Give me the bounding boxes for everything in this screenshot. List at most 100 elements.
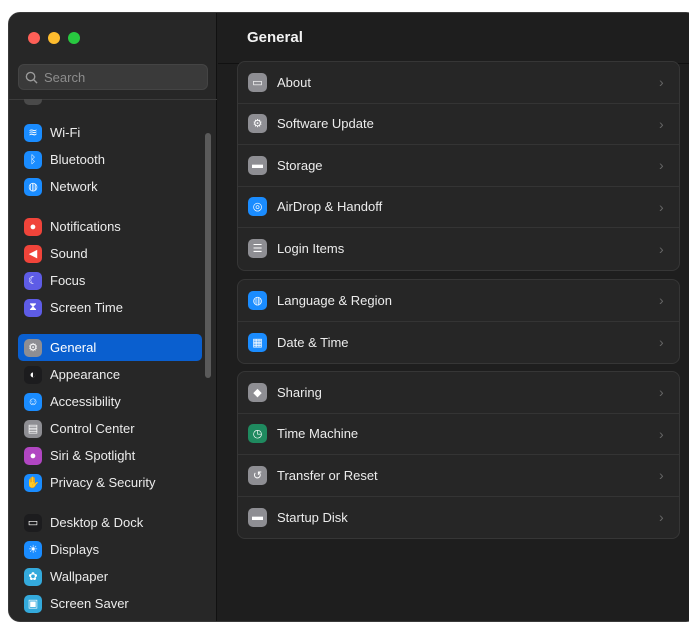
globe-icon: ◍ <box>248 290 267 310</box>
chevron-right-icon: › <box>659 425 664 442</box>
chevron-right-icon: › <box>659 157 664 174</box>
sidebar-item-privacy-security[interactable]: ✋ Privacy & Security <box>18 469 202 496</box>
sidebar-item-siri-spotlight[interactable]: ● Siri & Spotlight <box>18 442 202 469</box>
settings-row-sharing[interactable]: ◆ Sharing › <box>238 372 679 414</box>
settings-row-date-time[interactable]: ▦ Date & Time › <box>238 322 679 364</box>
hourglass-icon: ⧗ <box>24 298 42 317</box>
sidebar-item-label: Accessibility <box>50 394 121 409</box>
sidebar-item-sound[interactable]: ◀ Sound <box>18 240 202 267</box>
settings-row-about[interactable]: ▭ About › <box>238 62 679 104</box>
sidebar-item-focus[interactable]: ☾ Focus <box>18 267 202 294</box>
sidebar-item-label: Network <box>50 179 98 194</box>
sidebar-item-notifications[interactable]: ● Notifications <box>18 213 202 240</box>
partial-icon <box>24 99 42 105</box>
sidebar-item-general[interactable]: ⚙ General <box>18 334 202 361</box>
minimize-button[interactable] <box>48 32 60 44</box>
sidebar-group: ● Notifications ◀ Sound ☾ Focus ⧗ Screen Time <box>18 213 202 321</box>
appearance-icon: ◐ <box>24 365 42 384</box>
settings-row-label: Language & Region <box>277 292 392 308</box>
sidebar-item-label: Focus <box>50 273 86 288</box>
wallpaper-icon: ✿ <box>24 567 42 586</box>
sidebar-item-desktop-dock[interactable]: ▭ Desktop & Dock <box>18 509 202 536</box>
partially-hidden-item <box>24 99 42 105</box>
sidebar-group: ▭ Desktop & Dock ☀ Displays ✿ Wallpaper ▣ Scree… <box>18 509 202 617</box>
sidebar-item-wallpaper[interactable]: ✿ Wallpaper <box>18 563 202 590</box>
chevron-right-icon: › <box>659 240 664 257</box>
sidebar-item-label: Desktop & Dock <box>50 515 144 530</box>
settings-row-label: Date & Time <box>277 334 349 350</box>
settings-row-transfer-or-reset[interactable]: ↺ Transfer or Reset › <box>238 455 679 497</box>
sidebar-item-label: Screen Time <box>50 300 123 315</box>
sidebar-item-bluetooth[interactable]: ᛒ Bluetooth <box>18 146 202 173</box>
hand-icon: ✋ <box>24 473 42 492</box>
settings-row-label: Login Items <box>277 241 345 257</box>
search-input[interactable] <box>44 69 194 85</box>
sidebar-item-network[interactable]: ◍ Network <box>18 173 202 200</box>
sidebar-item-label: Privacy & Security <box>50 475 156 490</box>
globe-icon: ◍ <box>24 177 42 196</box>
siri-icon: ● <box>24 446 42 465</box>
sidebar-scrollbar[interactable] <box>205 133 211 378</box>
chevron-right-icon: › <box>659 115 664 132</box>
settings-row-label: Sharing <box>277 384 322 400</box>
sidebar-group: ≋ Wi-Fi ᛒ Bluetooth ◍ Network <box>18 119 202 200</box>
sidebar-item-appearance[interactable]: ◐ Appearance <box>18 361 202 388</box>
zoom-button[interactable] <box>68 32 80 44</box>
storage-icon: ▬ <box>248 155 267 175</box>
sidebar-item-screen-time[interactable]: ⧗ Screen Time <box>18 294 202 321</box>
settings-row-label: Transfer or Reset <box>277 467 378 483</box>
settings-row-label: About <box>277 74 311 90</box>
wifi-icon: ≋ <box>24 123 42 142</box>
sidebar-item-label: Siri & Spotlight <box>50 448 136 463</box>
settings-card: ◆ Sharing › ◷ Time Machine › ↺ Transfer or Rese… <box>237 371 680 539</box>
settings-row-label: Time Machine <box>277 426 359 442</box>
settings-row-storage[interactable]: ▬ Storage › <box>238 145 679 187</box>
control-center-icon: ▤ <box>24 419 42 438</box>
sidebar-item-control-center[interactable]: ▤ Control Center <box>18 415 202 442</box>
airdrop-icon: ◎ <box>248 197 267 217</box>
moon-icon: ☾ <box>24 271 42 290</box>
chevron-right-icon: › <box>659 384 664 401</box>
settings-row-language-region[interactable]: ◍ Language & Region › <box>238 280 679 322</box>
sidebar: ≋ Wi-Fi ᛒ Bluetooth ◍ Network ● Notifications ◀ S… <box>9 13 217 621</box>
sidebar-item-label: Wallpaper <box>50 569 109 584</box>
sidebar-item-screen-saver[interactable]: ▣ Screen Saver <box>18 590 202 617</box>
sidebar-item-label: General <box>50 340 97 355</box>
settings-row-airdrop-handoff[interactable]: ◎ AirDrop & Handoff › <box>238 187 679 228</box>
search-field[interactable] <box>18 64 208 90</box>
accessibility-icon: ☺ <box>24 392 42 411</box>
sidebar-item-label: Wi-Fi <box>50 125 81 140</box>
settings-row-startup-disk[interactable]: ▬ Startup Disk › <box>238 497 679 539</box>
list-icon: ☰ <box>248 239 267 259</box>
sidebar-item-displays[interactable]: ☀ Displays <box>18 536 202 563</box>
settings-row-label: AirDrop & Handoff <box>277 199 383 215</box>
settings-card: ▭ About › ⚙ Software Update › ▬ Storage › ◎ AirDro… <box>237 61 680 271</box>
settings-row-time-machine[interactable]: ◷ Time Machine › <box>238 414 679 455</box>
sidebar-item-wi-fi[interactable]: ≋ Wi-Fi <box>18 119 202 146</box>
sidebar-item-label: Displays <box>50 542 100 557</box>
sidebar-item-accessibility[interactable]: ☺ Accessibility <box>18 388 202 415</box>
dock-icon: ▭ <box>24 513 42 532</box>
settings-card: ◍ Language & Region › ▦ Date & Time › <box>237 279 680 364</box>
search-icon <box>25 71 38 84</box>
main-pane: General ▭ About › ⚙ Software Update › ▬ Storage… <box>218 13 689 621</box>
about-icon: ▭ <box>248 72 267 92</box>
disk-icon: ▬ <box>248 507 267 527</box>
gear-badge-icon: ⚙ <box>248 114 267 134</box>
settings-row-login-items[interactable]: ☰ Login Items › <box>238 228 679 270</box>
chevron-right-icon: › <box>659 467 664 484</box>
settings-row-label: Startup Disk <box>277 509 348 525</box>
time-machine-icon: ◷ <box>248 424 267 444</box>
close-button[interactable] <box>28 32 40 44</box>
sidebar-item-label: Sound <box>50 246 88 261</box>
chevron-right-icon: › <box>659 509 664 526</box>
settings-row-software-update[interactable]: ⚙ Software Update › <box>238 104 679 145</box>
settings-row-label: Storage <box>277 157 323 173</box>
chevron-right-icon: › <box>659 74 664 91</box>
sidebar-item-label: Bluetooth <box>50 152 105 167</box>
sidebar-group: ⚙ General ◐ Appearance ☺ Accessibility ▤ Contro… <box>18 334 202 496</box>
sun-icon: ☀ <box>24 540 42 559</box>
page-title: General <box>247 29 303 46</box>
settings-window: ≋ Wi-Fi ᛒ Bluetooth ◍ Network ● Notifications ◀ S… <box>8 12 689 622</box>
sidebar-list: ≋ Wi-Fi ᛒ Bluetooth ◍ Network ● Notifications ◀ S… <box>18 99 202 619</box>
